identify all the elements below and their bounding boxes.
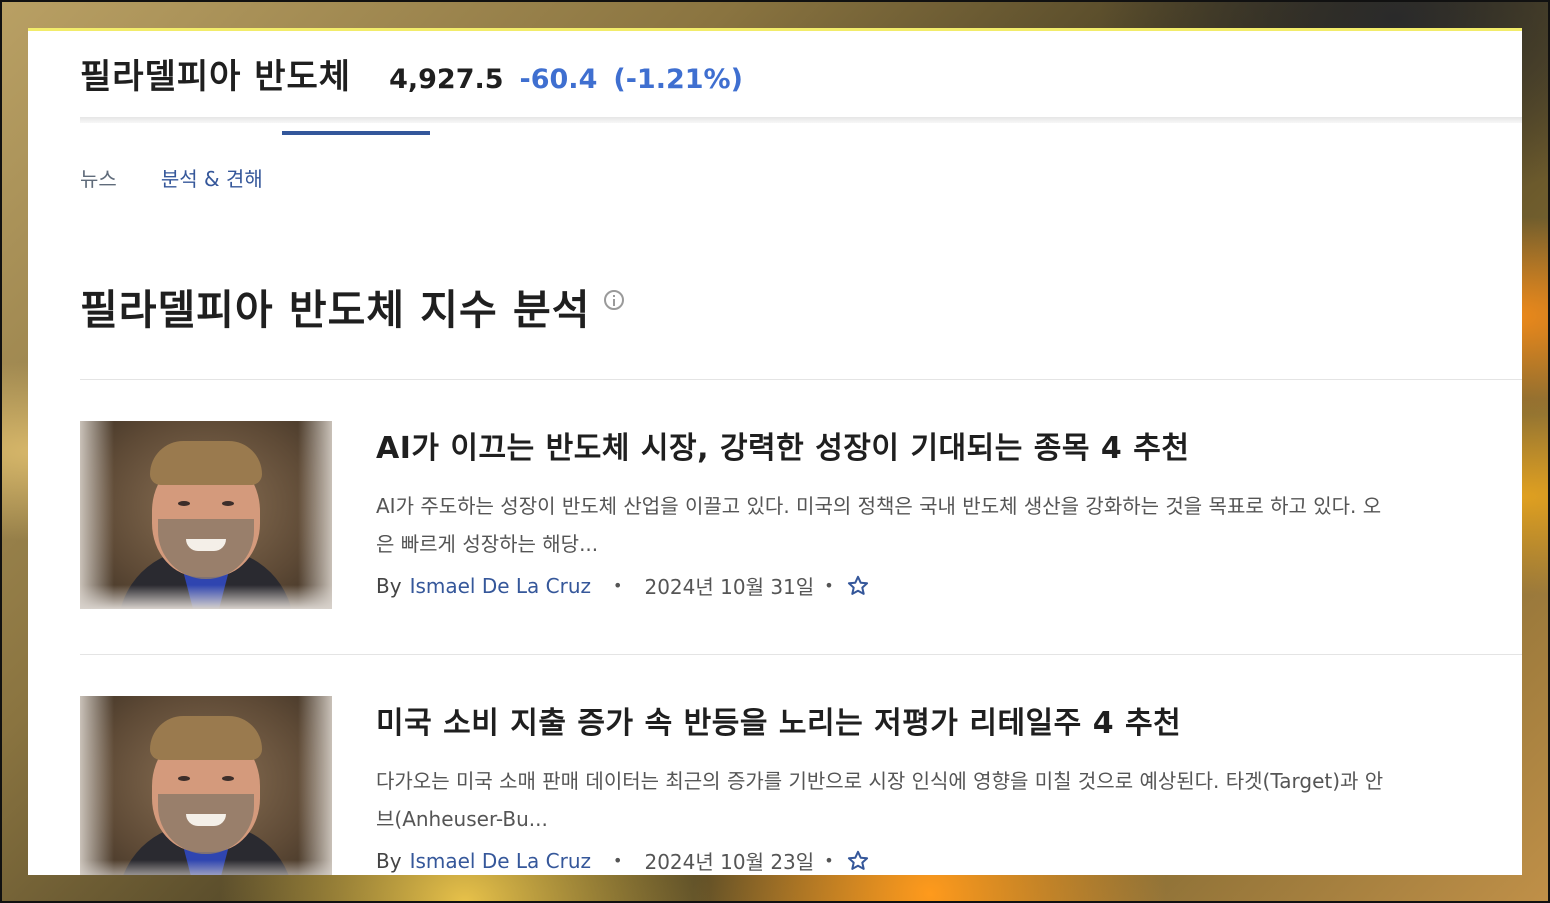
author-link[interactable]: Ismael De La Cruz [410, 574, 591, 598]
index-price: 4,927.5 [389, 64, 504, 95]
tab-analysis-opinion[interactable]: 분석 & 견해 [161, 163, 263, 192]
article-item[interactable]: 미국 소비 지출 증가 속 반등을 노리는 저평가 리테일주 4 추천 다가오는… [80, 696, 1522, 875]
author-photo[interactable] [80, 696, 332, 875]
by-label: By [376, 848, 402, 873]
article-date: 2024년 10월 31일 [644, 575, 815, 599]
article-summary-line: 다가오는 미국 소매 판매 데이터는 최근의 증가를 기반으로 시장 인식에 영… [376, 769, 1384, 793]
article-title[interactable]: 미국 소비 지출 증가 속 반등을 노리는 저평가 리테일주 4 추천 [376, 698, 1181, 742]
section-heading: 필라델피아 반도체 지수 분석 [80, 276, 625, 336]
article-summary: AI가 주도하는 성장이 반도체 산업을 이끌고 있다. 미국의 정책은 국내 … [376, 487, 1522, 563]
author-link[interactable]: Ismael De La Cruz [410, 849, 591, 873]
quote-header: 필라델피아 반도체 4,927.5 -60.4 (-1.21%) [80, 49, 743, 109]
separator-dot: • [613, 851, 623, 870]
divider [80, 654, 1522, 655]
separator-dot: • [824, 851, 834, 870]
index-change-percent: (-1.21%) [613, 64, 743, 95]
article-title[interactable]: AI가 이끄는 반도체 시장, 강력한 성장이 기대되는 종목 4 추천 [376, 423, 1189, 467]
article-meta: By Ismael De La Cruz • 2024년 10월 23일 • [376, 846, 870, 875]
separator-dot: • [824, 576, 834, 595]
separator-dot: • [613, 576, 623, 595]
star-icon[interactable] [846, 574, 870, 598]
info-icon[interactable] [604, 290, 625, 310]
author-photo[interactable] [80, 421, 332, 609]
subnav-tabs: 뉴스 분석 & 견해 [80, 163, 307, 192]
active-tab-indicator [282, 131, 430, 135]
by-label: By [376, 573, 402, 598]
article-summary-line: 브(Anheuser-Bu... [376, 807, 548, 831]
divider [80, 379, 1522, 380]
star-icon[interactable] [846, 849, 870, 873]
header-divider [80, 117, 1522, 123]
section-title-text: 필라델피아 반도체 지수 분석 [80, 286, 591, 334]
article-date: 2024년 10월 23일 [644, 850, 815, 874]
article-meta: By Ismael De La Cruz • 2024년 10월 31일 • [376, 571, 870, 600]
index-change: -60.4 [519, 64, 598, 95]
index-name: 필라델피아 반도체 [80, 57, 352, 97]
tab-news[interactable]: 뉴스 [80, 163, 117, 192]
article-summary-line: AI가 주도하는 성장이 반도체 산업을 이끌고 있다. 미국의 정책은 국내 … [376, 494, 1382, 518]
page-panel: 필라델피아 반도체 4,927.5 -60.4 (-1.21%) 뉴스 분석 &… [28, 28, 1522, 875]
article-item[interactable]: AI가 이끄는 반도체 시장, 강력한 성장이 기대되는 종목 4 추천 AI가… [80, 421, 1522, 609]
article-summary: 다가오는 미국 소매 판매 데이터는 최근의 증가를 기반으로 시장 인식에 영… [376, 762, 1522, 838]
article-summary-line: 은 빠르게 성장하는 해당... [376, 532, 599, 556]
